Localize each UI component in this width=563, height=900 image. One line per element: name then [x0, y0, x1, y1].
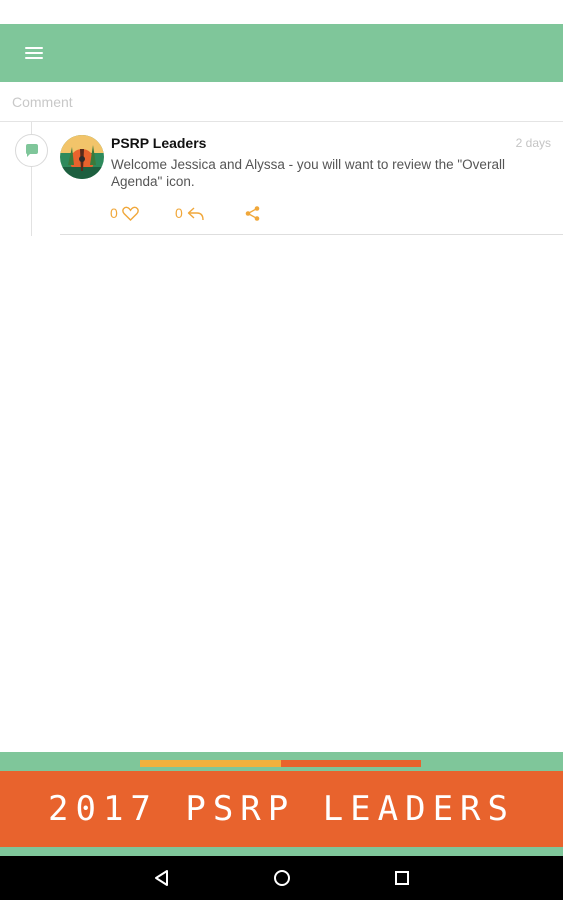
- post-author[interactable]: PSRP Leaders: [111, 135, 206, 151]
- banner-title: 2017 PSRP LEADERS: [48, 789, 515, 829]
- banner-accent-yellow: [140, 760, 281, 767]
- timeline-badge: [15, 134, 48, 167]
- chat-bubble-icon: [26, 144, 38, 157]
- reply-button[interactable]: 0: [175, 203, 205, 223]
- like-button[interactable]: 0: [110, 203, 139, 223]
- heart-icon: [121, 206, 139, 221]
- post-timestamp: 2 days: [515, 136, 551, 150]
- reply-icon: [187, 206, 204, 220]
- share-button[interactable]: [244, 203, 261, 223]
- status-bar: [0, 0, 563, 24]
- footer-banner: 2017 PSRP LEADERS: [0, 752, 563, 856]
- banner-accent-orange: [281, 760, 421, 767]
- post-divider: [60, 234, 563, 235]
- reply-count: 0: [175, 205, 183, 221]
- avatar[interactable]: [60, 135, 104, 179]
- post-text: Welcome Jessica and Alyssa - you will wa…: [111, 157, 505, 189]
- share-icon: [245, 205, 260, 221]
- comment-input[interactable]: [0, 82, 563, 122]
- app-bar: [0, 24, 563, 82]
- hamburger-menu-icon[interactable]: [14, 38, 54, 68]
- home-circle-icon[interactable]: [270, 866, 294, 890]
- back-triangle-icon[interactable]: [150, 866, 174, 890]
- banner-title-panel: 2017 PSRP LEADERS: [0, 771, 563, 847]
- system-nav-bar: [0, 856, 563, 900]
- like-count: 0: [110, 205, 118, 221]
- recent-square-icon[interactable]: [390, 866, 414, 890]
